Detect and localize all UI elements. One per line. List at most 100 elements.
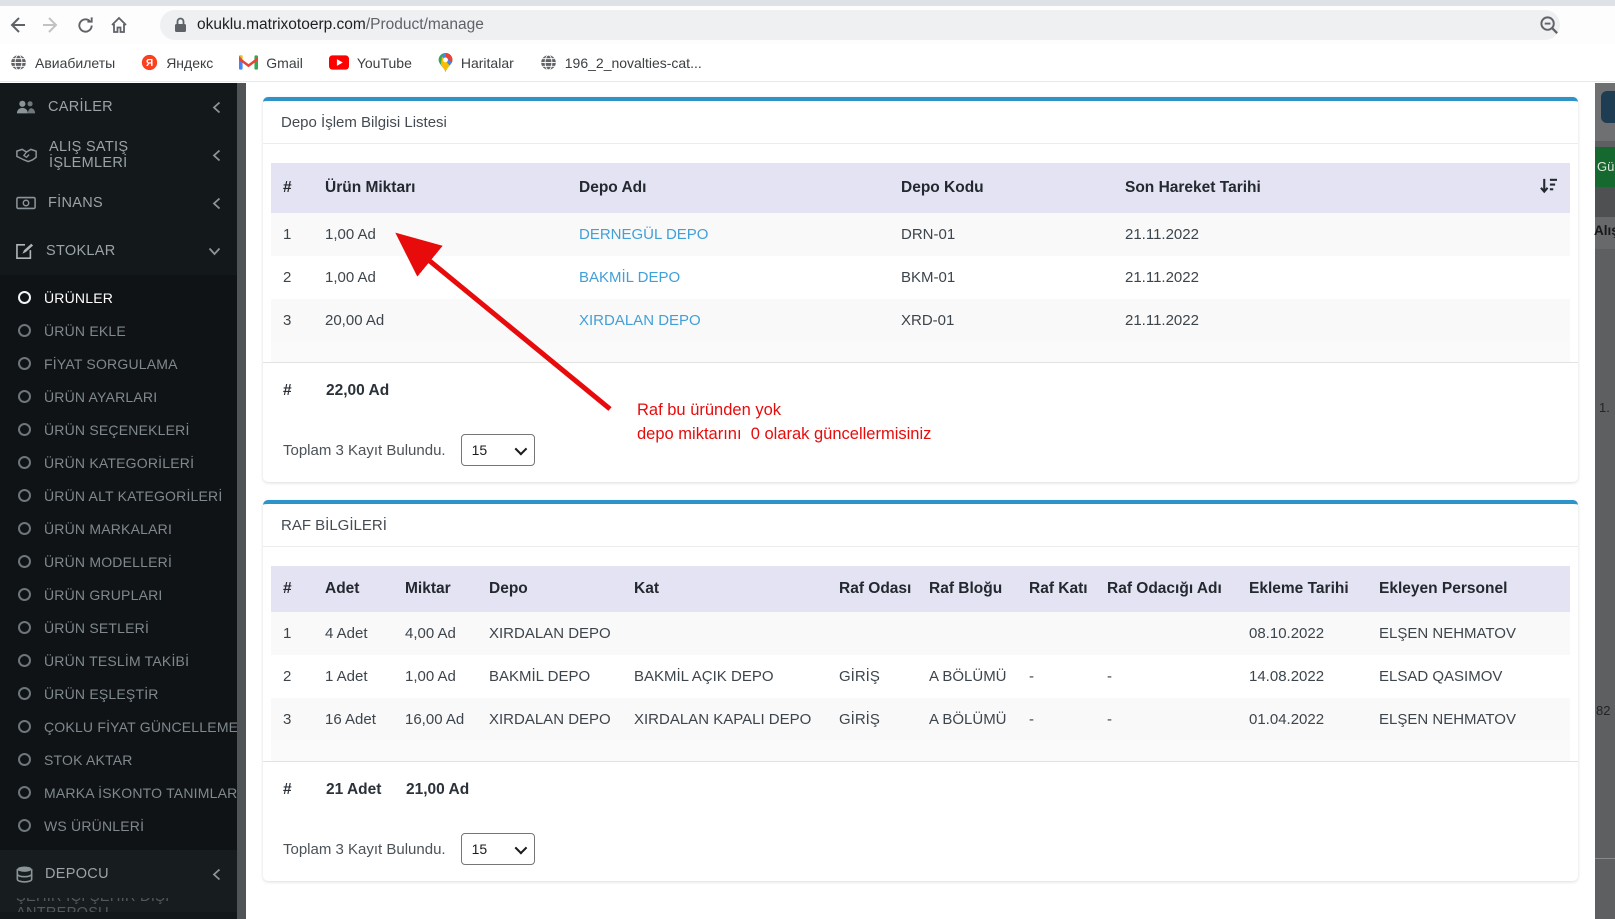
table-cell: 01.04.2022 <box>1249 711 1325 728</box>
raf-col-header: # <box>271 566 313 612</box>
sidebar-item-ws-r-nleri-[interactable]: WS ÜRÜNLERİ <box>0 809 237 842</box>
circle-icon <box>18 390 31 403</box>
sidebar-item-depocu[interactable]: DEPOCU <box>0 850 237 898</box>
chevron-left-icon <box>212 197 221 210</box>
sidebar-item--r-n-ayarlari[interactable]: ÜRÜN AYARLARI <box>0 380 237 413</box>
sidebar-item--r-n-e-le-ti-r[interactable]: ÜRÜN EŞLEŞTİR <box>0 677 237 710</box>
sort-icon[interactable] <box>1510 163 1570 213</box>
table-cell: - <box>1029 668 1034 685</box>
bookmark-item[interactable]: Я Яндекс <box>141 54 213 71</box>
sidebar-item--r-n-gruplari[interactable]: ÜRÜN GRUPLARI <box>0 578 237 611</box>
sidebar-item-stoklar[interactable]: STOKLAR <box>0 227 237 275</box>
circle-icon <box>18 291 31 304</box>
raf-col-header: Miktar <box>393 566 477 612</box>
sidebar-subitem-label: MARKA İSKONTO TANIMLARI <box>44 784 237 801</box>
table-cell <box>1017 612 1095 655</box>
sidebar-item--r-n-se-enekleri-[interactable]: ÜRÜN SEÇENEKLERİ <box>0 413 237 446</box>
page-size-select[interactable]: 15 <box>460 434 535 466</box>
table-cell: ELŞEN NEHMATOV <box>1379 625 1516 642</box>
bookmark-label: Яндекс <box>166 54 214 71</box>
table-row: 1 4 Adet 4,00 Ad XIRDALAN DEPO 08.10.2022 ELŞ… <box>271 612 1570 655</box>
lock-icon <box>175 17 186 32</box>
sidebar-subitem-label: STOK AKTAR <box>44 751 133 768</box>
sidebar-item--r-n-kategori-leri-[interactable]: ÜRÜN KATEGORİLERİ <box>0 446 237 479</box>
table-row: 2 1 Adet 1,00 Ad BAKMİL DEPO BAKMİL AÇIK DEP… <box>271 655 1570 698</box>
table-row: 1 1,00 Ad DERNEGÜL DEPO DRN-01 21.11.2022 <box>271 213 1570 256</box>
stoklar-submenu: ÜRÜNLER ÜRÜN EKLE FİYAT SORGULAMA ÜRÜN AYAR… <box>0 275 237 850</box>
maps-icon <box>438 53 453 72</box>
chevron-left-icon <box>212 149 221 162</box>
sidebar-item--r-nler[interactable]: ÜRÜNLER <box>0 281 237 314</box>
record-count-text: Toplam 3 Kayıt Bulundu. <box>283 441 446 459</box>
bookmark-label: Gmail <box>266 54 303 71</box>
table-cell: 16,00 Ad <box>405 711 465 728</box>
background-value-top: 1. <box>1599 400 1610 415</box>
circle-icon <box>18 720 31 733</box>
sidebar-item--r-n-alt-kategori-leri-[interactable]: ÜRÜN ALT KATEGORİLERİ <box>0 479 237 512</box>
reload-button[interactable] <box>68 10 102 40</box>
sidebar-item--r-n-modelleri-[interactable]: ÜRÜN MODELLERİ <box>0 545 237 578</box>
bookmark-label: Авиабилеты <box>35 54 116 71</box>
sidebar-item-fi-nans[interactable]: FİNANS <box>0 179 237 227</box>
table-cell: XIRDALAN DEPO <box>567 299 889 342</box>
table-row: 3 16 Adet 16,00 Ad XIRDALAN DEPO XIRDALAN KA… <box>271 698 1570 741</box>
sidebar-subitem-label: ÜRÜN EŞLEŞTİR <box>44 685 159 702</box>
handshake-icon <box>16 148 37 163</box>
raf-card-title: RAF BİLGİLERİ <box>263 504 1578 547</box>
bookmark-item[interactable]: YouTube <box>328 55 412 71</box>
address-bar[interactable]: okuklu.matrixotoerp.com/Product/manage <box>160 10 1560 40</box>
table-cell: 21.11.2022 <box>1125 269 1199 286</box>
table-cell: DRN-01 <box>901 226 956 243</box>
raf-table: # Adet Miktar Depo Kat Raf Odası Raf Bloğu Raf … <box>271 566 1570 741</box>
depot-link[interactable]: DERNEGÜL DEPO <box>579 226 708 243</box>
sidebar-item-stok-aktar[interactable]: STOK AKTAR <box>0 743 237 776</box>
depo-col-header: Son Hareket Tarihi <box>1113 163 1510 213</box>
table-cell: - <box>1107 668 1112 685</box>
table-cell: 3 <box>283 711 292 728</box>
table-cell <box>917 612 1017 655</box>
table-cell: XRD-01 <box>901 312 955 329</box>
bookmark-item[interactable]: 196_2_novalties-cat... <box>540 54 702 71</box>
table-cell: BAKMİL DEPO <box>567 256 889 299</box>
circle-icon <box>18 786 31 799</box>
sidebar-item-fi-yat-sorgulama[interactable]: FİYAT SORGULAMA <box>0 347 237 380</box>
sidebar-item-partial[interactable]: ŞEHİR İÇİ ŞEHİR DIŞI ANTREPOSU <box>0 898 237 912</box>
background-navy-button <box>1601 91 1615 123</box>
sidebar-item--r-n-markalari[interactable]: ÜRÜN MARKALARI <box>0 512 237 545</box>
app-frame: CARİLER ALIŞ SATIŞ İŞLEMLERİ FİNANS STOKLAR… <box>0 83 1615 919</box>
sidebar: CARİLER ALIŞ SATIŞ İŞLEMLERİ FİNANS STOKLAR… <box>0 83 237 919</box>
back-button[interactable] <box>0 10 34 40</box>
table-cell: 2 <box>283 269 292 286</box>
raf-col-header: Depo <box>477 566 622 612</box>
bookmark-item[interactable]: Gmail <box>239 55 303 71</box>
bookmark-item[interactable]: Haritalar <box>438 53 514 72</box>
sidebar-item--r-n-setleri-[interactable]: ÜRÜN SETLERİ <box>0 611 237 644</box>
circle-icon <box>18 555 31 568</box>
database-icon <box>16 865 33 883</box>
sidebar-item-ali-sati-i-lemleri-[interactable]: ALIŞ SATIŞ İŞLEMLERİ <box>0 131 237 179</box>
depot-link[interactable]: BAKMİL DEPO <box>579 269 680 286</box>
main-content: Depo İşlem Bilgisi Listesi # Ürün Miktarı… <box>246 83 1595 919</box>
forward-button[interactable] <box>34 10 68 40</box>
raf-table-header-row: # Adet Miktar Depo Kat Raf Odası Raf Bloğu Raf … <box>271 566 1570 612</box>
sidebar-item-cari-ler[interactable]: CARİLER <box>0 83 237 131</box>
raf-bilgileri-card: RAF BİLGİLERİ # Adet Miktar Depo Kat Raf Odas… <box>263 500 1578 881</box>
sidebar-item--oklu-fi-yat-g-ncelleme[interactable]: ÇOKLU FİYAT GÜNCELLEME <box>0 710 237 743</box>
zoom-out-indicator-icon[interactable] <box>1539 15 1560 41</box>
sidebar-item--r-n-tesli-m-taki-bi-[interactable]: ÜRÜN TESLİM TAKİBİ <box>0 644 237 677</box>
table-cell <box>827 612 917 655</box>
page-size-select[interactable]: 15 <box>460 833 535 865</box>
table-cell: GİRİŞ <box>839 711 880 728</box>
home-button[interactable] <box>102 10 136 40</box>
sidebar-item-marka-i-skonto-tanimlari[interactable]: MARKA İSKONTO TANIMLARI <box>0 776 237 809</box>
table-cell: 08.10.2022 <box>1249 625 1325 642</box>
depot-link[interactable]: XIRDALAN DEPO <box>579 312 701 329</box>
youtube-icon <box>328 55 349 70</box>
sidebar-item--r-n-ekle[interactable]: ÜRÜN EKLE <box>0 314 237 347</box>
totals-hash: # <box>283 781 292 798</box>
bookmark-item[interactable]: Авиабилеты <box>10 54 115 71</box>
table-cell: XIRDALAN DEPO <box>489 711 611 728</box>
table-cell: 2 <box>283 668 292 685</box>
forward-icon <box>43 17 58 33</box>
circle-icon <box>18 819 31 832</box>
